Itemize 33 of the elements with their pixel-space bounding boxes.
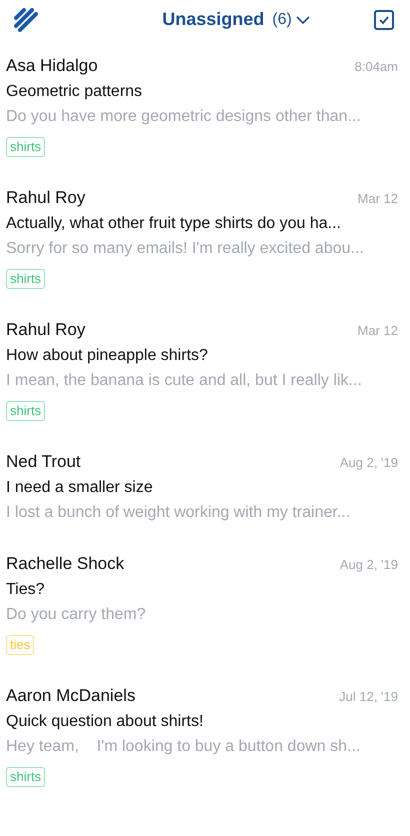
timestamp: 8:04am xyxy=(354,58,398,76)
sender-name: Asa Hidalgo xyxy=(6,55,98,77)
subject-line: Actually, what other fruit type shirts do you ha... xyxy=(6,214,342,234)
subject-line: Geometric patterns xyxy=(6,82,144,102)
sender-name: Rahul Roy xyxy=(6,319,86,341)
timestamp: Mar 12 xyxy=(358,190,398,208)
subject-line: How about pineapple shirts? xyxy=(6,346,209,366)
sender-name: Rachelle Shock xyxy=(6,553,124,575)
message-preview: Do you carry them? xyxy=(6,605,147,625)
tag: shirts xyxy=(6,767,46,787)
subject-line: Quick question about shirts! xyxy=(6,712,204,732)
message-preview: Hey team, I'm looking to buy a button down sh... xyxy=(6,737,362,757)
sender-name: Ned Trout xyxy=(6,451,81,473)
tag: shirts xyxy=(6,269,46,289)
sender-name: Aaron McDaniels xyxy=(6,685,136,707)
checkbox-icon[interactable] xyxy=(374,10,394,30)
timestamp: Aug 2, '19 xyxy=(340,454,398,472)
message-preview: Sorry for so many emails! I'm really excited abou... xyxy=(6,239,365,259)
timestamp: Mar 12 xyxy=(358,322,398,340)
timestamp: Jul 12, '19 xyxy=(339,688,398,706)
message-preview: I lost a bunch of weight working with my trainer... xyxy=(6,503,352,523)
message-preview: Do you have more geometric designs other than... xyxy=(6,107,362,127)
timestamp: Aug 2, '19 xyxy=(340,556,398,574)
sender-name: Rahul Roy xyxy=(6,187,86,209)
subject-line: I need a smaller size xyxy=(6,478,154,498)
subject-line: Ties? xyxy=(6,580,46,600)
logo-icon[interactable] xyxy=(14,8,38,32)
tag: ties xyxy=(6,635,34,655)
tag: shirts xyxy=(6,401,46,421)
chevron-down-icon xyxy=(296,14,310,24)
message-preview: I mean, the banana is cute and all, but I really lik... xyxy=(6,371,363,391)
inbox-selector[interactable]: Unassigned (6) xyxy=(162,6,310,33)
tag: shirts xyxy=(6,137,46,157)
